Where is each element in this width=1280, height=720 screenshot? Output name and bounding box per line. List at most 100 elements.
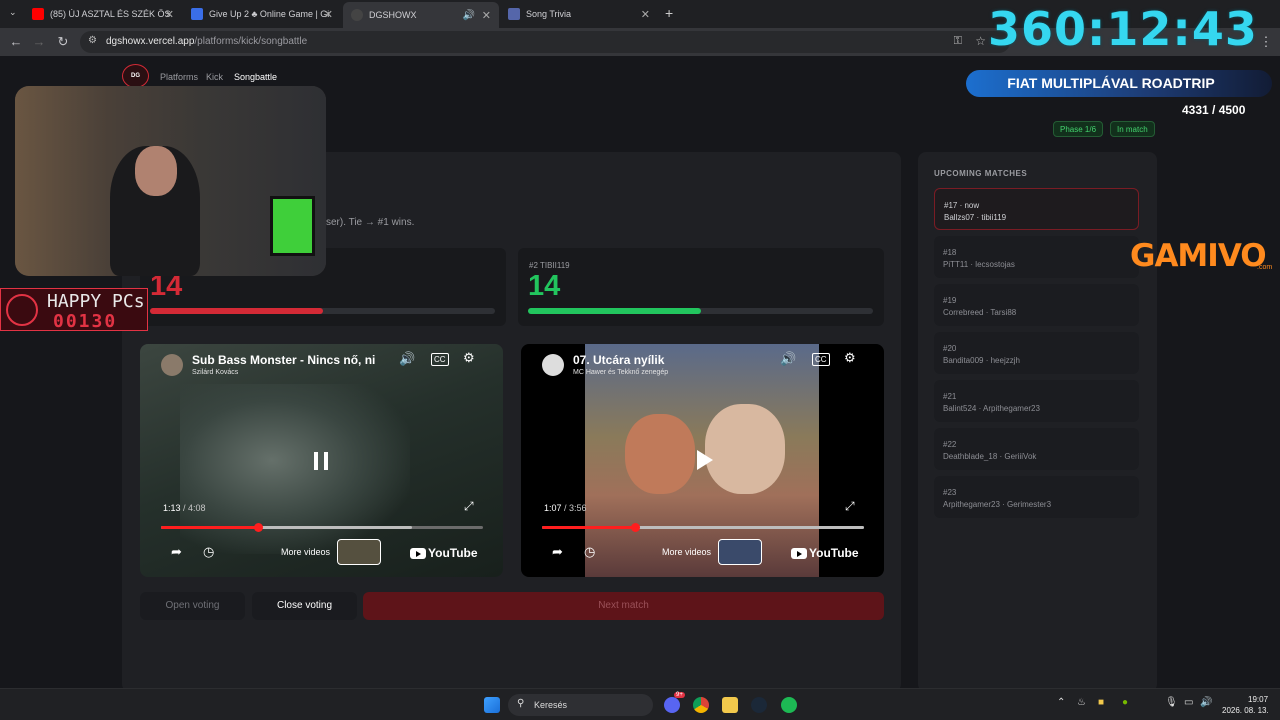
forward-arrow-icon[interactable]: → (31, 34, 47, 49)
close-voting-button[interactable]: Close voting (252, 592, 357, 620)
reload-icon[interactable]: ↻ (55, 34, 71, 50)
video-player-two[interactable]: 07. Utcára nyílik MC Hawer és Tekknő zen… (521, 344, 884, 577)
video-played-fill (161, 526, 258, 529)
search-icon: ⚲ (517, 698, 525, 709)
youtube-logo[interactable]: YouTube (410, 546, 478, 560)
more-videos-thumbnail[interactable] (337, 539, 381, 565)
match-card-18[interactable]: #18 PiTT11 · lecsostojas (934, 236, 1139, 278)
match-card-22[interactable]: #22 Deathblade_18 · GeriiiVok (934, 428, 1139, 470)
match-players: Balint524 · Arpithegamer23 (943, 404, 1040, 413)
browser-tab-4[interactable]: Song Trivia ✕ (500, 3, 658, 25)
settings-gear-icon[interactable]: ⚙ (844, 350, 856, 366)
steam-icon[interactable] (751, 697, 767, 713)
discord-badge: 9+ (674, 692, 685, 698)
taskbar-search-box[interactable]: ⚲ Keresés (508, 694, 653, 716)
fullscreen-icon[interactable]: ⤢ (845, 499, 855, 514)
closed-captions-icon[interactable]: CC (812, 353, 830, 366)
watch-later-clock-icon[interactable]: ◷ (203, 544, 214, 560)
channel-avatar[interactable] (542, 354, 564, 376)
chrome-icon[interactable] (693, 697, 709, 713)
open-voting-button[interactable]: Open voting (140, 592, 245, 620)
url-host: dgshowx.vercel.app (106, 36, 195, 47)
close-tab-icon[interactable]: ✕ (641, 8, 650, 21)
new-tab-icon[interactable]: + (665, 5, 673, 21)
upcoming-matches-panel: UPCOMING MATCHES (918, 152, 1157, 692)
windows-taskbar: ⚲ Keresés 9+ ⌃ ♨ ■ ● 🎙 ▭ 🔊 19:07 2026. 0… (0, 688, 1280, 720)
file-explorer-icon[interactable] (722, 697, 738, 713)
happy-pcs-title: HAPPY PCs (47, 291, 145, 312)
happy-pcs-logo-icon (6, 294, 38, 326)
match-number: #23 (943, 488, 957, 497)
volume-icon[interactable]: 🔊 (780, 351, 796, 367)
fullscreen-icon[interactable]: ⤢ (464, 499, 474, 514)
match-card-20[interactable]: #20 Bandita009 · heejzzjh (934, 332, 1139, 374)
youtube-logo[interactable]: YouTube (791, 546, 859, 560)
video-scrubber-handle[interactable] (253, 523, 263, 532)
tray-network-icon[interactable]: ▭ (1184, 697, 1193, 708)
site-logo[interactable]: DG SHOWX (122, 64, 149, 101)
tray-steam-icon[interactable]: ♨ (1077, 697, 1086, 708)
browser-tab-3[interactable]: DGSHOWX 🔊 ✕ (343, 2, 499, 28)
back-arrow-icon[interactable]: ← (8, 34, 24, 49)
player-two-bar-fill (528, 308, 701, 314)
tab-label: Give Up 2 ♣ Online Game | Gi (209, 9, 329, 19)
pause-icon[interactable] (314, 452, 328, 470)
site-info-icon[interactable]: ⚙ (88, 35, 97, 46)
url-field[interactable]: ⚙ dgshowx.vercel.app/platforms/kick/song… (80, 31, 1010, 53)
audio-playing-icon[interactable]: 🔊 (463, 10, 475, 21)
password-key-icon[interactable]: ⚿ (954, 35, 962, 48)
youtube-play-icon (791, 547, 807, 559)
next-match-button[interactable]: Next match (363, 592, 884, 620)
spotify-icon[interactable] (781, 697, 797, 713)
browser-tab-1[interactable]: (85) ÚJ ASZTAL ÉS SZÉK ÖSSZEP ✕ (24, 3, 182, 25)
video-title[interactable]: 07. Utcára nyílik (573, 353, 763, 367)
close-tab-icon[interactable]: ✕ (482, 9, 491, 22)
url-path: /platforms/kick/songbattle (194, 36, 308, 47)
video-player-one[interactable]: Sub Bass Monster - Nincs nő, ni Szilárd … (140, 344, 503, 577)
happy-pcs-sponsor: HAPPY PCs 00130 (0, 288, 148, 332)
video-progress-bar[interactable] (542, 523, 864, 532)
album-face-right (705, 404, 785, 494)
tray-mic-icon[interactable]: 🎙 (1165, 697, 1178, 708)
more-videos-link[interactable]: More videos (662, 547, 711, 557)
bookmark-star-icon[interactable]: ☆ (975, 34, 986, 48)
more-videos-thumbnail[interactable] (718, 539, 762, 565)
volume-icon[interactable]: 🔊 (399, 351, 415, 367)
match-card-19[interactable]: #19 Correbreed · Tarsi88 (934, 284, 1139, 326)
match-players: Bandita009 · heejzzjh (943, 356, 1020, 365)
share-icon[interactable]: ➦ (552, 544, 563, 560)
closed-captions-icon[interactable]: CC (431, 353, 449, 366)
close-tab-icon[interactable]: ✕ (165, 8, 174, 21)
share-icon[interactable]: ➦ (171, 544, 182, 560)
taskbar-time[interactable]: 19:07 (1248, 695, 1268, 704)
tray-folder-icon[interactable]: ■ (1098, 697, 1104, 708)
settings-gear-icon[interactable]: ⚙ (463, 350, 475, 366)
windows-start-icon[interactable] (484, 697, 500, 713)
match-number: #19 (943, 296, 957, 305)
dgshowx-favicon-icon (351, 9, 363, 21)
breadcrumb-platforms[interactable]: Platforms (160, 72, 198, 82)
tray-volume-icon[interactable]: 🔊 (1200, 697, 1212, 708)
match-card-23[interactable]: #23 Arpithegamer23 · Gerimester3 (934, 476, 1139, 518)
breadcrumb-kick[interactable]: Kick (206, 72, 223, 82)
match-card-21[interactable]: #21 Balint524 · Arpithegamer23 (934, 380, 1139, 422)
video-progress-bar[interactable] (161, 523, 483, 532)
breadcrumb-songbattle[interactable]: Songbattle (234, 72, 277, 82)
video-channel[interactable]: MC Hawer és Tekknő zenegép (573, 369, 668, 376)
match-card-17[interactable]: #17 · now Ballzs07 · tibii119 (934, 188, 1139, 230)
discord-icon[interactable] (664, 697, 680, 713)
match-number: #17 · now (944, 201, 980, 210)
close-tab-icon[interactable]: ✕ (324, 8, 333, 21)
browser-menu-icon[interactable]: ⋮ (1258, 34, 1274, 50)
video-channel[interactable]: Szilárd Kovács (192, 369, 238, 376)
more-videos-link[interactable]: More videos (281, 547, 330, 557)
tray-chevron-icon[interactable]: ⌃ (1057, 697, 1065, 708)
video-title[interactable]: Sub Bass Monster - Nincs nő, ni (192, 353, 382, 367)
watch-later-clock-icon[interactable]: ◷ (584, 544, 595, 560)
play-icon[interactable] (697, 450, 713, 470)
tab-list-chevron-icon[interactable]: ⌄ (9, 7, 17, 18)
browser-tab-2[interactable]: Give Up 2 ♣ Online Game | Gi ✕ (183, 3, 341, 25)
channel-avatar[interactable] (161, 354, 183, 376)
taskbar-date[interactable]: 2026. 08. 13. (1222, 706, 1269, 715)
tray-nvidia-icon[interactable]: ● (1122, 697, 1128, 708)
